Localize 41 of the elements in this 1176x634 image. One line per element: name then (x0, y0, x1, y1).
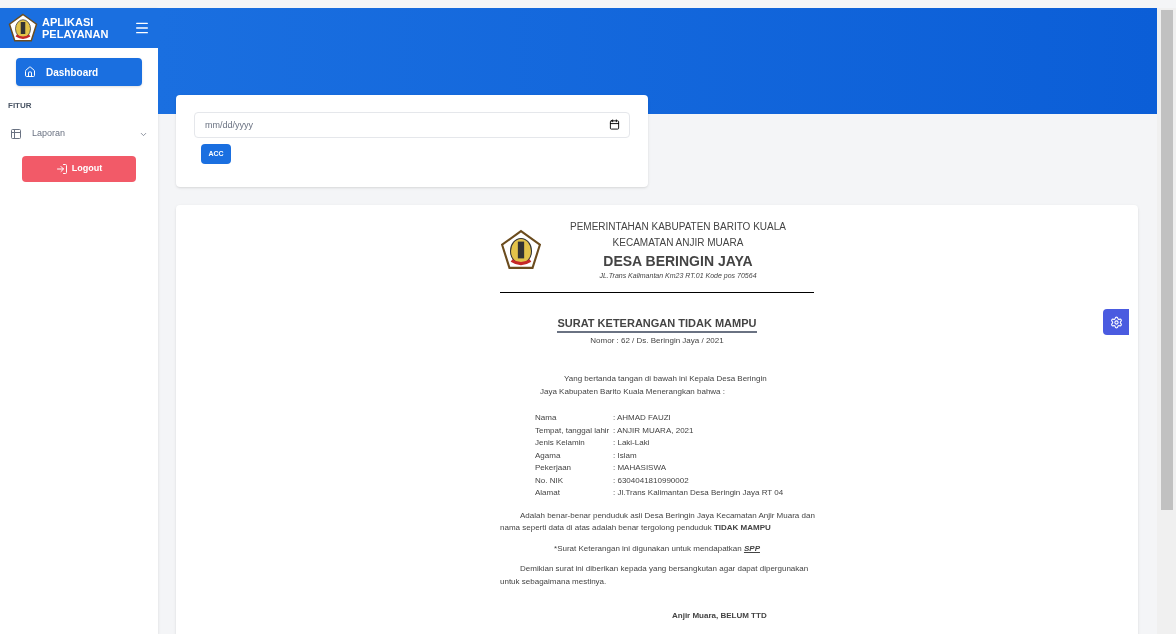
field-label: Agama (535, 449, 562, 462)
logout-button[interactable]: Logout (22, 156, 136, 182)
field-label: Jenis Kelamin (535, 437, 586, 449)
field-value: : Jl.Trans Kalimantan Desa Beringin Jaya RT 04 (613, 487, 784, 499)
letter-number: Nomor : 62 / Ds. Beringin Jaya / 2021 (590, 335, 724, 347)
date-field[interactable]: mm/dd/yyyy (194, 112, 630, 138)
field-label: Pekerjaan (535, 462, 573, 474)
home-icon (24, 66, 36, 78)
brand-title: APLIKASI (42, 16, 95, 28)
field-value: : Laki-Laki (613, 437, 650, 449)
village-name: DESA BERINGIN JAYA (603, 252, 753, 271)
field-value: : Islam (613, 449, 637, 462)
field-value: : MAHASISWA (613, 462, 667, 474)
letterhead-line: PEMERINTAHAN KABUPATEN BARITO KUALA (570, 220, 786, 234)
logout-icon (55, 163, 68, 175)
brand-subtitle: PELAYANAN (42, 28, 109, 40)
letterhead-line: KECAMATAN ANJIR MUARA (612, 236, 744, 250)
statement-paragraph: Adalah benar-benar penduduk asli Desa Beringin Jaya Kecamatan Anjir Muara dan nama seperti data di atas adalah benar tergolong penduduk TIDAK MAMPU (500, 509, 816, 534)
settings-icon (1109, 315, 1123, 329)
field-value: : AHMAD FAUZI (613, 412, 671, 424)
emblem-icon (8, 13, 38, 43)
field-value: : 6304041810990002 (613, 474, 689, 487)
purpose-line: *Surat Keterangan ini digunakan untuk mendapatkan SPP (553, 542, 761, 555)
intro-paragraph: Yang bertanda tangan di bawah ini Kepala Desa Beringin Jaya Kabupaten Barito Kuala Menerangkan bahwa : (539, 373, 768, 398)
field-label: Tempat, tanggal lahir (535, 424, 611, 437)
table-icon (10, 128, 22, 140)
nav-link[interactable]: Laporan (8, 120, 150, 148)
menu-icon (134, 20, 150, 36)
letter-title: SURAT KETERANGAN TIDAK MAMPU (557, 314, 757, 333)
menu-button[interactable] (134, 20, 150, 36)
field-label: No. NIK (535, 474, 564, 487)
field-value: : ANJIR MUARA, 2021 (613, 424, 694, 437)
emblem-icon (500, 229, 542, 272)
signature-line: Anjir Muara, BELUM TTD (672, 610, 768, 622)
closing-paragraph: Demikian surat ini diberikan kepada yang bersangkutan agar dapat dipergunakan untuk sebagaimana mestinya. (500, 563, 810, 588)
settings-button[interactable] (1103, 309, 1129, 335)
nav-link[interactable]: Dashboard (16, 58, 142, 86)
calendar-icon[interactable] (609, 119, 620, 130)
field-label: Nama (535, 412, 558, 424)
section-heading: FITUR (8, 100, 33, 112)
field-label: Alamat (535, 487, 561, 499)
